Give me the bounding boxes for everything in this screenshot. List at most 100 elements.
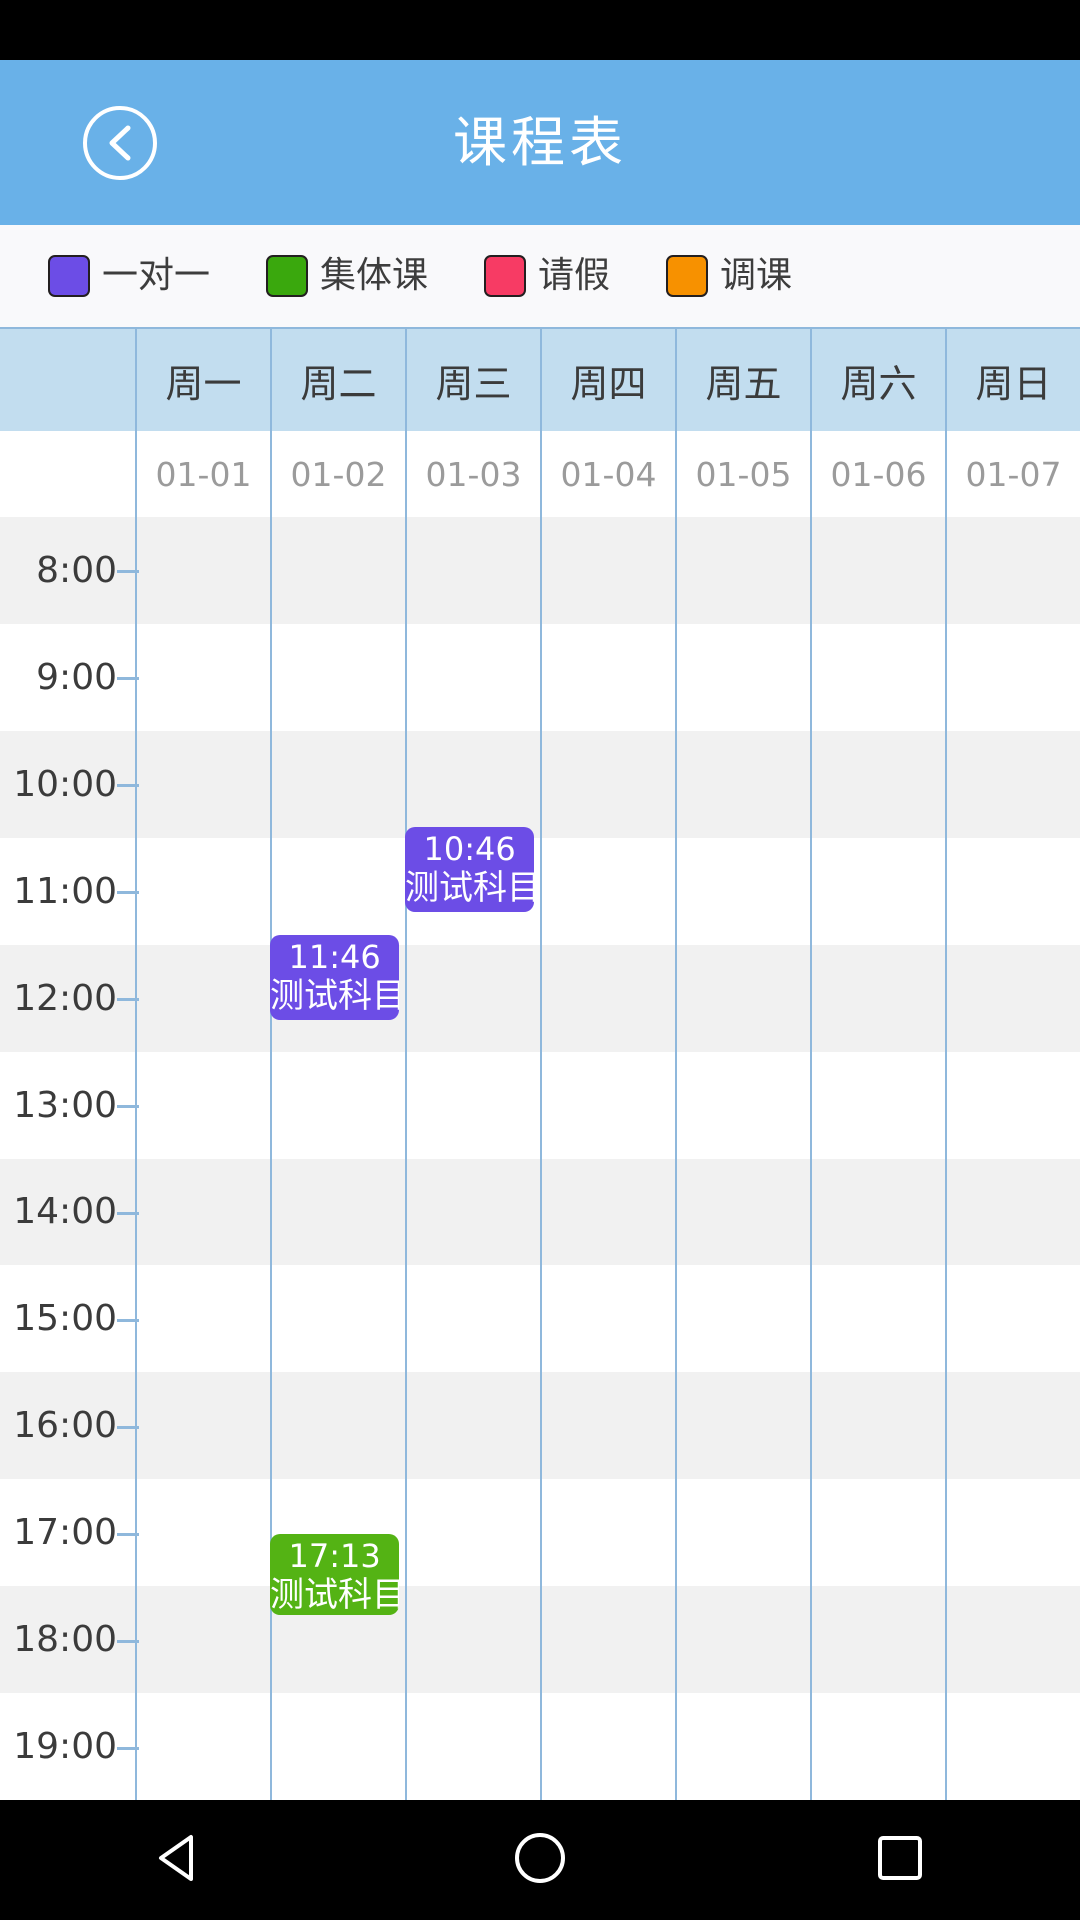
weekday-header-2[interactable]: 周三 xyxy=(405,329,540,431)
day-slot-cell[interactable] xyxy=(135,517,270,624)
day-slot-cell[interactable] xyxy=(270,1372,405,1480)
day-slot-cell[interactable] xyxy=(945,944,1080,1052)
day-slot-cell[interactable] xyxy=(135,1051,270,1159)
day-slot-cell[interactable] xyxy=(135,623,270,731)
weekday-header-5[interactable]: 周六 xyxy=(810,329,945,431)
day-slot-cell[interactable] xyxy=(540,1265,675,1373)
day-slot-cell[interactable] xyxy=(135,837,270,945)
weekday-header-0[interactable]: 周一 xyxy=(135,329,270,431)
nav-back-button[interactable] xyxy=(100,1800,260,1920)
day-slot-cell[interactable] xyxy=(675,1265,810,1373)
day-slot-cell[interactable] xyxy=(675,517,810,624)
day-slot-cell[interactable] xyxy=(675,944,810,1052)
day-slot-cell[interactable] xyxy=(540,1693,675,1800)
weekday-header-3[interactable]: 周四 xyxy=(540,329,675,431)
day-slot-cell[interactable] xyxy=(945,517,1080,624)
day-slot-cell[interactable] xyxy=(270,1158,405,1266)
day-slot-cell[interactable] xyxy=(270,1051,405,1159)
day-slot-cell[interactable] xyxy=(540,1158,675,1266)
day-slot-cell[interactable] xyxy=(945,1586,1080,1694)
date-header-4[interactable]: 01-05 xyxy=(675,431,810,517)
day-slot-cell[interactable] xyxy=(135,1693,270,1800)
day-slot-cell[interactable] xyxy=(540,1586,675,1694)
day-slot-cell[interactable] xyxy=(675,623,810,731)
day-slot-cell[interactable] xyxy=(945,1051,1080,1159)
day-slot-cell[interactable] xyxy=(810,1586,945,1694)
day-slot-cell[interactable] xyxy=(945,623,1080,731)
day-slot-cell[interactable] xyxy=(675,1586,810,1694)
day-slot-cell[interactable] xyxy=(540,517,675,624)
day-slot-cell[interactable] xyxy=(810,1479,945,1587)
day-slot-cell[interactable] xyxy=(135,1372,270,1480)
date-header-6[interactable]: 01-07 xyxy=(945,431,1080,517)
day-slot-cell[interactable] xyxy=(810,944,945,1052)
weekday-header-4[interactable]: 周五 xyxy=(675,329,810,431)
day-slot-cell[interactable] xyxy=(945,1372,1080,1480)
date-header-0[interactable]: 01-01 xyxy=(135,431,270,517)
day-slot-cell[interactable] xyxy=(135,1265,270,1373)
calendar-body[interactable]: 8:00 9:00 10:00 11:00 12:00 13:00 14:00 15:00 16… xyxy=(0,517,1080,1800)
day-slot-cell[interactable] xyxy=(810,517,945,624)
day-slot-cell[interactable] xyxy=(135,944,270,1052)
day-slot-cell[interactable] xyxy=(675,1051,810,1159)
day-slot-cell[interactable] xyxy=(675,1372,810,1480)
day-slot-cell[interactable] xyxy=(810,1372,945,1480)
day-slot-cell[interactable] xyxy=(945,1479,1080,1587)
date-header-3[interactable]: 01-04 xyxy=(540,431,675,517)
day-slot-cell[interactable] xyxy=(675,837,810,945)
event-wed-1046[interactable]: 10:46测试科目a xyxy=(405,827,535,913)
day-slot-cell[interactable] xyxy=(810,1693,945,1800)
day-slot-cell[interactable] xyxy=(810,1265,945,1373)
day-slot-cell[interactable] xyxy=(810,1051,945,1159)
weekday-header-6[interactable]: 周日 xyxy=(945,329,1080,431)
day-slot-cell[interactable] xyxy=(270,837,405,945)
day-slot-cell[interactable] xyxy=(405,944,540,1052)
day-slot-cell[interactable] xyxy=(810,1158,945,1266)
legend-item-reschedule[interactable]: 调课 xyxy=(666,255,792,297)
day-slot-cell[interactable] xyxy=(270,1265,405,1373)
day-slot-cell[interactable] xyxy=(675,1479,810,1587)
day-slot-cell[interactable] xyxy=(945,1265,1080,1373)
event-tue-1713[interactable]: 17:13 测试科目 xyxy=(270,1534,400,1616)
day-slot-cell[interactable] xyxy=(945,837,1080,945)
day-slot-cell[interactable] xyxy=(405,1158,540,1266)
day-slot-cell[interactable] xyxy=(405,1265,540,1373)
day-slot-cell[interactable] xyxy=(405,1693,540,1800)
event-tue-1146[interactable]: 11:46测试科目a xyxy=(270,935,400,1020)
day-slot-cell[interactable] xyxy=(540,837,675,945)
day-slot-cell[interactable] xyxy=(810,730,945,838)
day-slot-cell[interactable] xyxy=(675,1158,810,1266)
day-slot-cell[interactable] xyxy=(405,1051,540,1159)
day-slot-cell[interactable] xyxy=(945,730,1080,838)
day-slot-cell[interactable] xyxy=(135,1479,270,1587)
day-slot-cell[interactable] xyxy=(540,1372,675,1480)
day-slot-cell[interactable] xyxy=(945,1693,1080,1800)
day-slot-cell[interactable] xyxy=(675,730,810,838)
legend-item-leave[interactable]: 请假 xyxy=(484,255,610,297)
date-header-5[interactable]: 01-06 xyxy=(810,431,945,517)
day-slot-cell[interactable] xyxy=(540,1479,675,1587)
day-slot-cell[interactable] xyxy=(540,623,675,731)
day-slot-cell[interactable] xyxy=(540,1051,675,1159)
day-slot-cell[interactable] xyxy=(405,517,540,624)
weekday-header-1[interactable]: 周二 xyxy=(270,329,405,431)
day-slot-cell[interactable] xyxy=(540,944,675,1052)
day-slot-cell[interactable] xyxy=(945,1158,1080,1266)
day-slot-cell[interactable] xyxy=(405,1586,540,1694)
date-header-1[interactable]: 01-02 xyxy=(270,431,405,517)
day-slot-cell[interactable] xyxy=(675,1693,810,1800)
day-slot-cell[interactable] xyxy=(135,730,270,838)
day-slot-cell[interactable] xyxy=(270,730,405,838)
legend-item-one-on-one[interactable]: 一对一 xyxy=(48,255,210,297)
legend-item-group-class[interactable]: 集体课 xyxy=(266,255,428,297)
nav-recents-button[interactable] xyxy=(820,1800,980,1920)
day-slot-cell[interactable] xyxy=(135,1586,270,1694)
back-button[interactable] xyxy=(83,105,157,180)
day-slot-cell[interactable] xyxy=(810,837,945,945)
day-slot-cell[interactable] xyxy=(810,623,945,731)
day-slot-cell[interactable] xyxy=(135,1158,270,1266)
day-slot-cell[interactable] xyxy=(270,623,405,731)
date-header-2[interactable]: 01-03 xyxy=(405,431,540,517)
day-slot-cell[interactable] xyxy=(405,1479,540,1587)
day-slot-cell[interactable] xyxy=(270,1693,405,1800)
